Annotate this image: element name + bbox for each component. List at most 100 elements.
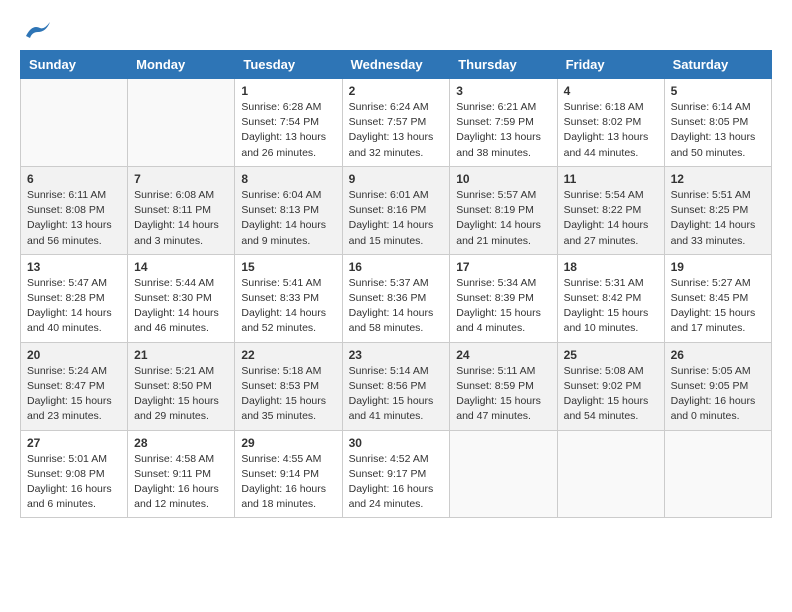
header-thursday: Thursday [450, 51, 557, 79]
calendar-cell [450, 430, 557, 518]
day-info: Sunrise: 6:11 AM Sunset: 8:08 PM Dayligh… [27, 188, 121, 249]
calendar-cell: 14 Sunrise: 5:44 AM Sunset: 8:30 PM Dayli… [128, 254, 235, 342]
day-number: 30 [349, 436, 444, 450]
day-number: 24 [456, 348, 550, 362]
day-number: 5 [671, 84, 765, 98]
calendar-cell: 3Sunrise: 6:21 AM Sunset: 7:59 PM Daylig… [450, 79, 557, 167]
calendar-cell: 1 Sunrise: 6:28 AM Sunset: 7:54 PM Daylig… [235, 79, 342, 167]
calendar-cell: 9 Sunrise: 6:01 AM Sunset: 8:16 PM Daylig… [342, 166, 450, 254]
day-info: Sunrise: 6:08 AM Sunset: 8:11 PM Dayligh… [134, 188, 228, 249]
calendar-cell: 15 Sunrise: 5:41 AM Sunset: 8:33 PM Dayli… [235, 254, 342, 342]
calendar-week-row: 6 Sunrise: 6:11 AM Sunset: 8:08 PM Daylig… [21, 166, 772, 254]
day-info: Sunrise: 5:57 AM Sunset: 8:19 PM Dayligh… [456, 188, 550, 249]
day-info: Sunrise: 5:34 AM Sunset: 8:39 PM Dayligh… [456, 276, 550, 337]
header-saturday: Saturday [664, 51, 771, 79]
day-info: Sunrise: 6:18 AM Sunset: 8:02 PM Dayligh… [564, 100, 658, 161]
calendar-cell: 24 Sunrise: 5:11 AM Sunset: 8:59 PM Dayli… [450, 342, 557, 430]
day-info: Sunrise: 6:21 AM Sunset: 7:59 PM Dayligh… [456, 100, 550, 161]
day-info: Sunrise: 5:24 AM Sunset: 8:47 PM Dayligh… [27, 364, 121, 425]
logo [20, 20, 52, 34]
day-info: Sunrise: 5:44 AM Sunset: 8:30 PM Dayligh… [134, 276, 228, 337]
day-info: Sunrise: 5:11 AM Sunset: 8:59 PM Dayligh… [456, 364, 550, 425]
day-number: 22 [241, 348, 335, 362]
day-info: Sunrise: 6:04 AM Sunset: 8:13 PM Dayligh… [241, 188, 335, 249]
calendar-table: SundayMondayTuesdayWednesdayThursdayFrid… [20, 50, 772, 518]
day-number: 16 [349, 260, 444, 274]
day-number: 10 [456, 172, 550, 186]
day-number: 21 [134, 348, 228, 362]
calendar-cell: 12 Sunrise: 5:51 AM Sunset: 8:25 PM Dayli… [664, 166, 771, 254]
calendar-cell: 26Sunrise: 5:05 AM Sunset: 9:05 PM Dayli… [664, 342, 771, 430]
calendar-cell: 25 Sunrise: 5:08 AM Sunset: 9:02 PM Dayli… [557, 342, 664, 430]
day-info: Sunrise: 5:18 AM Sunset: 8:53 PM Dayligh… [241, 364, 335, 425]
day-info: Sunrise: 5:54 AM Sunset: 8:22 PM Dayligh… [564, 188, 658, 249]
calendar-cell: 17 Sunrise: 5:34 AM Sunset: 8:39 PM Dayli… [450, 254, 557, 342]
calendar-cell: 28 Sunrise: 4:58 AM Sunset: 9:11 PM Dayli… [128, 430, 235, 518]
day-number: 17 [456, 260, 550, 274]
calendar-cell [21, 79, 128, 167]
day-info: Sunrise: 6:14 AM Sunset: 8:05 PM Dayligh… [671, 100, 765, 161]
day-info: Sunrise: 5:05 AM Sunset: 9:05 PM Dayligh… [671, 364, 765, 425]
day-number: 14 [134, 260, 228, 274]
day-number: 4 [564, 84, 658, 98]
header-wednesday: Wednesday [342, 51, 450, 79]
day-info: Sunrise: 4:58 AM Sunset: 9:11 PM Dayligh… [134, 452, 228, 513]
day-number: 15 [241, 260, 335, 274]
day-info: Sunrise: 5:51 AM Sunset: 8:25 PM Dayligh… [671, 188, 765, 249]
day-number: 13 [27, 260, 121, 274]
day-number: 27 [27, 436, 121, 450]
day-info: Sunrise: 5:41 AM Sunset: 8:33 PM Dayligh… [241, 276, 335, 337]
calendar-cell: 10 Sunrise: 5:57 AM Sunset: 8:19 PM Dayli… [450, 166, 557, 254]
calendar-cell: 6 Sunrise: 6:11 AM Sunset: 8:08 PM Daylig… [21, 166, 128, 254]
day-number: 6 [27, 172, 121, 186]
calendar-week-row: 20Sunrise: 5:24 AM Sunset: 8:47 PM Dayli… [21, 342, 772, 430]
calendar-cell: 23 Sunrise: 5:14 AM Sunset: 8:56 PM Dayli… [342, 342, 450, 430]
day-info: Sunrise: 5:31 AM Sunset: 8:42 PM Dayligh… [564, 276, 658, 337]
day-info: Sunrise: 5:14 AM Sunset: 8:56 PM Dayligh… [349, 364, 444, 425]
calendar-cell: 7 Sunrise: 6:08 AM Sunset: 8:11 PM Daylig… [128, 166, 235, 254]
day-info: Sunrise: 5:27 AM Sunset: 8:45 PM Dayligh… [671, 276, 765, 337]
day-info: Sunrise: 6:28 AM Sunset: 7:54 PM Dayligh… [241, 100, 335, 161]
header-monday: Monday [128, 51, 235, 79]
day-number: 19 [671, 260, 765, 274]
calendar-cell: 11 Sunrise: 5:54 AM Sunset: 8:22 PM Dayli… [557, 166, 664, 254]
day-number: 29 [241, 436, 335, 450]
day-info: Sunrise: 6:24 AM Sunset: 7:57 PM Dayligh… [349, 100, 444, 161]
day-info: Sunrise: 5:08 AM Sunset: 9:02 PM Dayligh… [564, 364, 658, 425]
header-sunday: Sunday [21, 51, 128, 79]
day-number: 12 [671, 172, 765, 186]
header-tuesday: Tuesday [235, 51, 342, 79]
day-number: 9 [349, 172, 444, 186]
calendar-cell: 4 Sunrise: 6:18 AM Sunset: 8:02 PM Daylig… [557, 79, 664, 167]
calendar-cell [128, 79, 235, 167]
calendar-week-row: 1 Sunrise: 6:28 AM Sunset: 7:54 PM Daylig… [21, 79, 772, 167]
day-number: 23 [349, 348, 444, 362]
day-info: Sunrise: 5:37 AM Sunset: 8:36 PM Dayligh… [349, 276, 444, 337]
calendar-cell: 29 Sunrise: 4:55 AM Sunset: 9:14 PM Dayli… [235, 430, 342, 518]
day-number: 7 [134, 172, 228, 186]
calendar-cell: 5 Sunrise: 6:14 AM Sunset: 8:05 PM Daylig… [664, 79, 771, 167]
day-number: 8 [241, 172, 335, 186]
day-number: 28 [134, 436, 228, 450]
day-info: Sunrise: 4:55 AM Sunset: 9:14 PM Dayligh… [241, 452, 335, 513]
calendar-cell: 18 Sunrise: 5:31 AM Sunset: 8:42 PM Dayli… [557, 254, 664, 342]
day-info: Sunrise: 6:01 AM Sunset: 8:16 PM Dayligh… [349, 188, 444, 249]
calendar-cell: 13 Sunrise: 5:47 AM Sunset: 8:28 PM Dayli… [21, 254, 128, 342]
day-number: 18 [564, 260, 658, 274]
day-number: 2 [349, 84, 444, 98]
day-info: Sunrise: 5:21 AM Sunset: 8:50 PM Dayligh… [134, 364, 228, 425]
calendar-cell: 16 Sunrise: 5:37 AM Sunset: 8:36 PM Dayli… [342, 254, 450, 342]
calendar-cell: 30 Sunrise: 4:52 AM Sunset: 9:17 PM Dayli… [342, 430, 450, 518]
day-number: 1 [241, 84, 335, 98]
calendar-cell: 8 Sunrise: 6:04 AM Sunset: 8:13 PM Daylig… [235, 166, 342, 254]
day-info: Sunrise: 4:52 AM Sunset: 9:17 PM Dayligh… [349, 452, 444, 513]
calendar-cell: 21 Sunrise: 5:21 AM Sunset: 8:50 PM Dayli… [128, 342, 235, 430]
day-info: Sunrise: 5:47 AM Sunset: 8:28 PM Dayligh… [27, 276, 121, 337]
calendar-header-row: SundayMondayTuesdayWednesdayThursdayFrid… [21, 51, 772, 79]
page-header [20, 20, 772, 34]
day-number: 25 [564, 348, 658, 362]
calendar-cell: 20Sunrise: 5:24 AM Sunset: 8:47 PM Dayli… [21, 342, 128, 430]
calendar-cell: 2 Sunrise: 6:24 AM Sunset: 7:57 PM Daylig… [342, 79, 450, 167]
calendar-cell: 19 Sunrise: 5:27 AM Sunset: 8:45 PM Dayli… [664, 254, 771, 342]
day-number: 11 [564, 172, 658, 186]
